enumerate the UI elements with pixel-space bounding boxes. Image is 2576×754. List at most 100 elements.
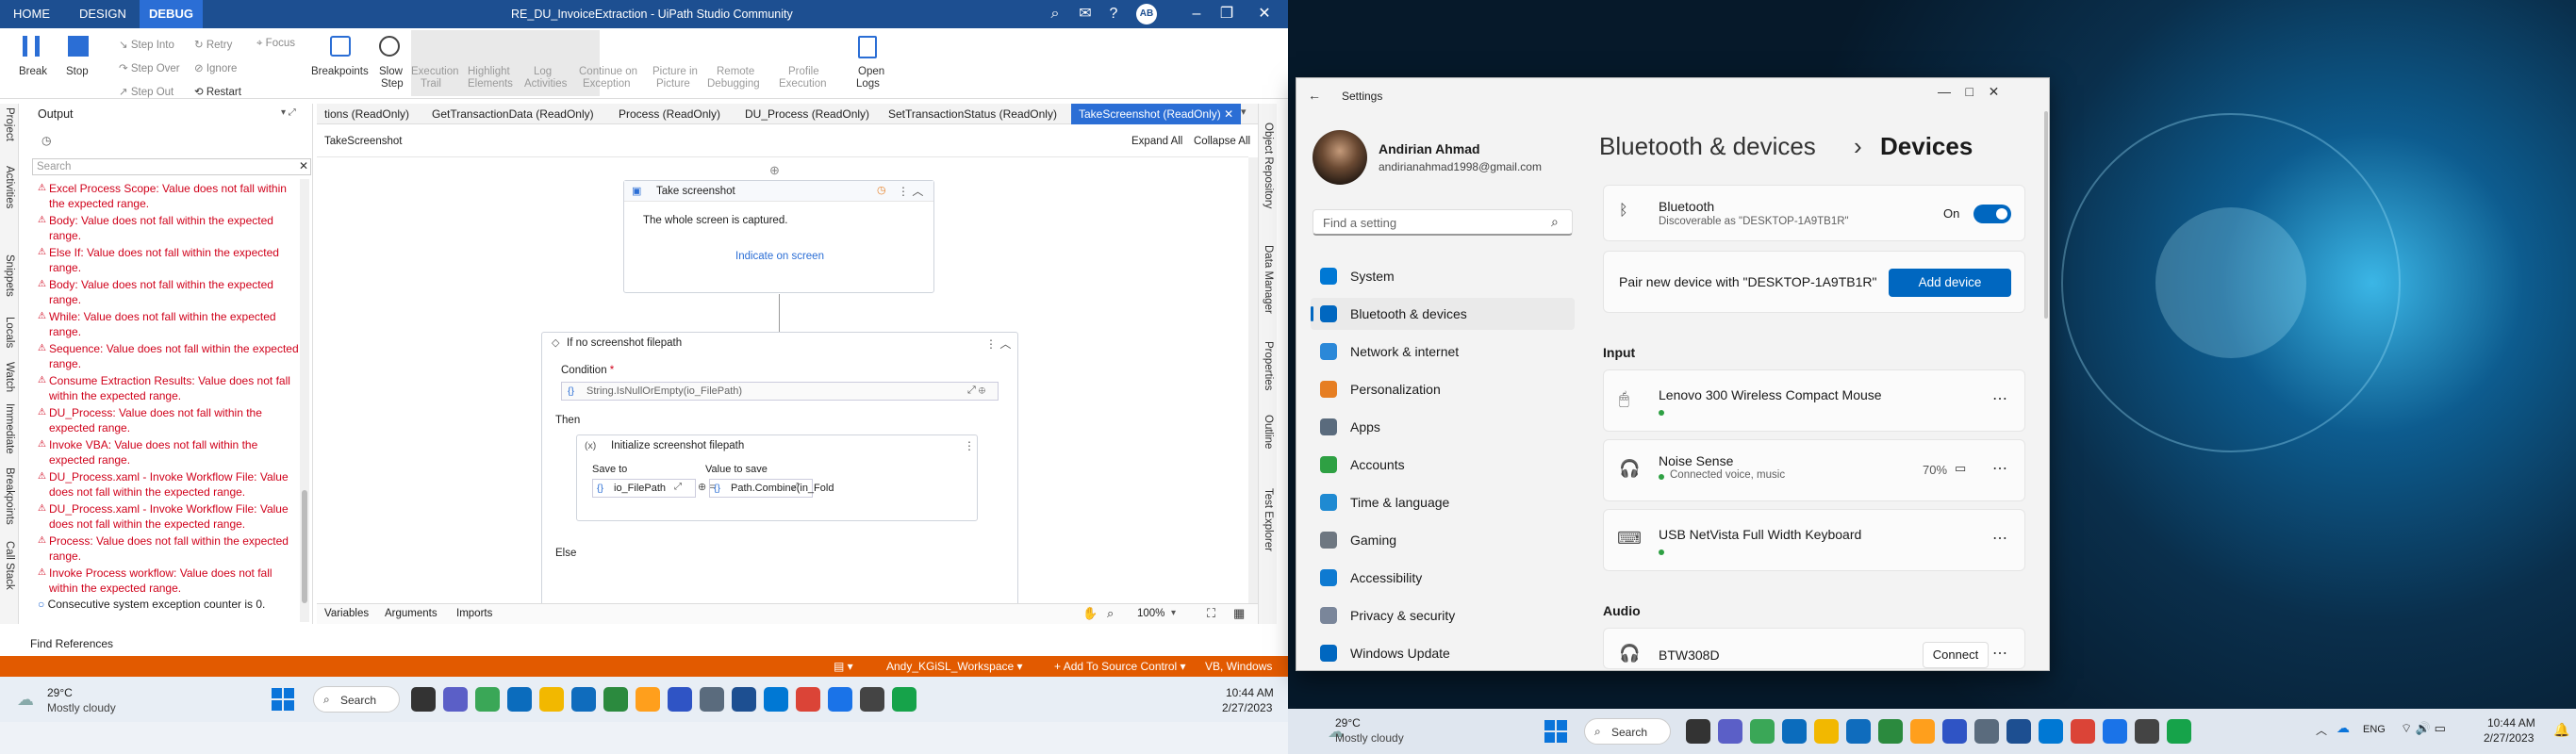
error-line[interactable]: Invoke Process workflow: Value does not … [38,566,302,596]
tab-debug[interactable]: DEBUG [140,0,203,28]
focus-button[interactable]: ⌖ Focus [256,38,295,50]
output-scrollbar[interactable] [300,179,309,622]
nav-personalization[interactable]: Personalization [1350,382,1441,397]
save-to-input[interactable]: {} io_FilePath ⤢ [592,479,696,498]
info-line[interactable]: ○ Consecutive system exception counter i… [38,598,265,611]
outlook-icon[interactable] [764,687,788,712]
teams-icon[interactable] [668,687,692,712]
teams-chat-icon[interactable] [443,687,468,712]
search-icon[interactable]: ⌕ [1045,4,1065,25]
break-icon[interactable] [23,36,40,57]
slow-step-icon[interactable] [379,36,400,57]
remote-line1[interactable]: Remote [717,66,754,77]
clock-filter-icon[interactable]: ◷ [41,134,51,147]
vtab-test-explorer[interactable]: Test Explorer [1263,488,1274,551]
weather-desc[interactable]: Mostly cloudy [1335,731,1404,745]
store-icon[interactable] [1878,719,1903,744]
more-options-icon[interactable]: ⋯ [1992,389,2007,408]
breakpoints-button[interactable]: Breakpoints [311,66,369,77]
execution-trail-line2[interactable]: Trail [421,78,441,90]
vtab-data-manager[interactable]: Data Manager [1263,245,1274,314]
vtab-activities[interactable]: Activities [4,166,15,208]
vtab-locals[interactable]: Locals [4,317,15,348]
nav-windows-update[interactable]: Windows Update [1350,646,1450,661]
connect-button[interactable]: Connect [1923,642,1989,668]
teams-chat-icon[interactable] [1718,719,1742,744]
file-explorer-icon[interactable] [539,687,564,712]
error-line[interactable]: Excel Process Scope: Value does not fall… [38,181,302,211]
activity-menu-icon[interactable]: ⋮ ︿ [898,183,923,199]
open-logs-line2[interactable]: Logs [856,78,880,90]
weather-desc[interactable]: Mostly cloudy [47,701,116,714]
stop-icon[interactable] [68,36,89,57]
nav-system[interactable]: System [1350,269,1395,284]
device-card[interactable]: 🖱 Lenovo 300 Wireless Compact Mouse ⋯ [1603,369,2025,432]
workspace-selector[interactable]: Andy_KGiSL_Workspace ▾ [886,660,1023,673]
nav-privacy[interactable]: Privacy & security [1350,608,1455,623]
status-icon[interactable]: ▤ ▾ [834,660,853,673]
expand-all-button[interactable]: Expand All [1131,136,1182,147]
continue-line1[interactable]: Continue on [579,66,637,77]
device-card[interactable]: 🎧 Noise Sense Connected voice, music 70%… [1603,439,2025,501]
log-activities-line2[interactable]: Activities [524,78,567,90]
breadcrumb[interactable]: TakeScreenshot [324,136,402,147]
zoom-icon[interactable]: ⌕ [1107,606,1114,621]
uipath-assistant-icon[interactable] [860,687,884,712]
store-icon[interactable] [603,687,628,712]
clock-date[interactable]: 2/27/2023 [1222,701,1272,714]
log-activities-line1[interactable]: Log [534,66,552,77]
vtab-immediate[interactable]: Immediate [4,403,15,454]
highlight-line2[interactable]: Elements [468,78,513,90]
clock-time[interactable]: 10:44 AM [2487,716,2535,729]
uipath-studio-icon[interactable] [2103,719,2127,744]
powerautomate-icon[interactable] [732,687,756,712]
file-explorer-icon[interactable] [1814,719,1839,744]
vtab-snippets[interactable]: Snippets [4,254,15,297]
audio-device-card[interactable]: 🎧 BTW308D Connect ⋯ [1603,628,2025,669]
avatar[interactable]: AB [1136,4,1157,25]
onedrive-icon[interactable]: ☁ [2337,720,2350,736]
vtab-call-stack[interactable]: Call Stack [4,541,15,590]
terminal-icon[interactable] [892,687,916,712]
arguments-tab[interactable]: Arguments [385,608,438,619]
output-search-input[interactable]: Search ✕ [32,158,311,175]
maximize-icon[interactable]: ❐ [1216,4,1237,25]
more-options-icon[interactable]: ⋯ [1992,459,2007,478]
chrome-icon[interactable] [796,687,820,712]
avatar[interactable] [1313,130,1367,185]
tab-home[interactable]: HOME [4,0,59,28]
app-icon[interactable] [636,687,660,712]
settings-scrollbar[interactable] [2044,111,2048,319]
nav-time-language[interactable]: Time & language [1350,495,1449,510]
condition-input[interactable]: {} String.IsNullOrEmpty(io_FilePath) ⤢ ⊕ [561,382,999,401]
error-line[interactable]: Invoke VBA: Value does not fall within t… [38,437,302,467]
open-logs-icon[interactable] [858,36,877,58]
clock-date[interactable]: 2/27/2023 [2484,731,2534,745]
settings-app-icon[interactable] [1974,719,1999,744]
source-control-button[interactable]: + Add To Source Control ▾ [1054,660,1186,673]
find-references-tab[interactable]: Find References [30,637,113,650]
edge-dev-icon[interactable] [507,687,532,712]
start-icon[interactable] [272,688,294,711]
weather-temp[interactable]: 29°C [1335,716,1361,729]
uipath-assistant-icon[interactable] [2135,719,2159,744]
restart-button[interactable]: ⟲ Restart [194,85,241,98]
minimize-icon[interactable]: – [1186,4,1207,25]
add-device-button[interactable]: Add device [1889,269,2011,297]
edge-icon[interactable] [475,687,500,712]
assign-menu-icon[interactable]: ⋮ [964,439,975,452]
nav-network[interactable]: Network & internet [1350,344,1459,359]
step-over-button[interactable]: ↷ Step Over [119,61,180,74]
assign-activity[interactable]: (x) Initialize screenshot filepath ⋮ Sav… [576,434,978,521]
teams-icon[interactable] [1942,719,1967,744]
pan-icon[interactable]: ✋ [1082,606,1098,621]
error-line[interactable]: DU_Process.xaml - Invoke Workflow File: … [38,469,302,500]
mail-icon[interactable] [571,687,596,712]
retry-button[interactable]: ↻ Retry [194,38,232,51]
profile-line1[interactable]: Profile [788,66,819,77]
error-line[interactable]: Sequence: Value does not fall within the… [38,341,302,371]
fit-screen-icon[interactable]: ⛶ [1207,606,1215,621]
value-to-save-input[interactable]: {} Path.Combine(in_Fold ⤢ [709,479,834,498]
chrome-icon[interactable] [2071,719,2095,744]
doc-tab[interactable]: SetTransactionStatus (ReadOnly) [881,104,1065,124]
